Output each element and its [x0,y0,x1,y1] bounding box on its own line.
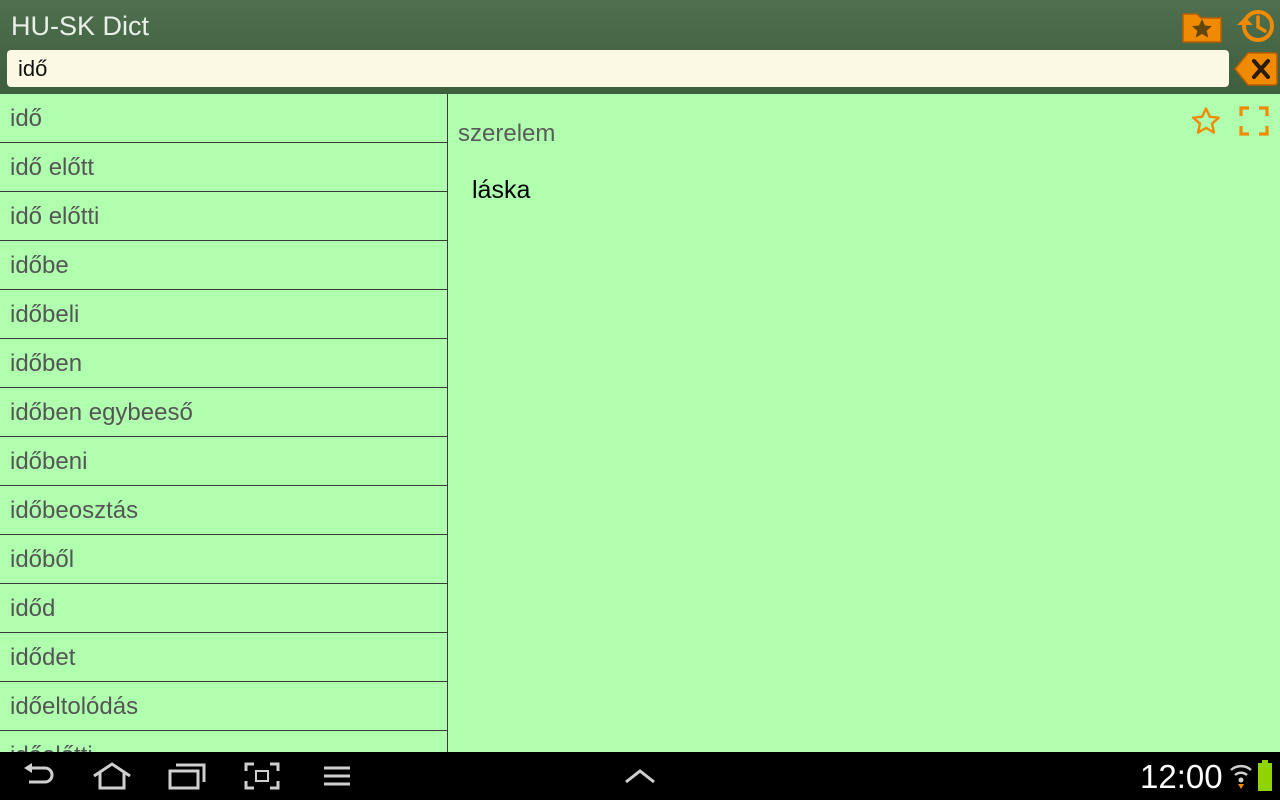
fullscreen-button[interactable] [1237,104,1271,138]
history-button[interactable] [1235,5,1277,47]
battery-icon [1258,760,1272,791]
fullscreen-icon [1239,106,1269,136]
entry-translation: láska [472,176,531,204]
status-clock: 12:00 [1140,758,1223,795]
screenshot-button[interactable] [236,758,288,794]
app-header: HU-SK Dict idő [0,0,1280,94]
list-item[interactable]: időbeli [0,290,447,339]
list-item[interactable]: időeltolódás [0,682,447,731]
up-chevron-icon [625,769,655,784]
app-title: HU-SK Dict [11,11,150,41]
recent-apps-icon [168,763,206,790]
list-item[interactable]: idő előtt [0,143,447,192]
list-item[interactable]: időből [0,535,447,584]
back-icon [24,763,54,784]
home-button[interactable] [86,758,138,794]
list-item[interactable]: idő előtti [0,192,447,241]
folder-star-icon [1182,13,1222,43]
list-item[interactable]: időben egybeeső [0,388,447,437]
list-item[interactable]: időbe [0,241,447,290]
menu-icon [324,766,350,786]
home-icon [93,762,131,790]
list-item[interactable]: idődet [0,633,447,682]
list-item[interactable]: időben [0,339,447,388]
list-item[interactable]: időd [0,584,447,633]
system-navigation-bar: 12:00 [0,752,1280,800]
list-item[interactable]: időbeosztás [0,486,447,535]
word-list: idő idő előtt idő előtti időbe időbeli i… [0,94,448,752]
up-button[interactable] [614,758,666,794]
history-icon [1237,10,1274,42]
backspace-clear-icon [1234,52,1278,86]
favorites-button[interactable] [1181,5,1223,47]
add-favorite-button[interactable] [1189,104,1223,138]
detail-pane: szerelem láska [448,94,1280,752]
back-button[interactable] [13,758,65,794]
list-item[interactable]: időbeni [0,437,447,486]
screenshot-icon [244,762,280,790]
star-outline-icon [1192,107,1220,134]
search-input-value: idő [18,56,48,81]
list-item[interactable]: idő [0,94,447,143]
wifi-icon [1230,765,1252,789]
clear-search-button[interactable] [1234,50,1278,88]
recent-apps-button[interactable] [161,758,213,794]
list-item[interactable]: időelőtti [0,731,447,752]
search-input[interactable]: idő [7,50,1229,87]
entry-headword: szerelem [458,120,556,147]
menu-button[interactable] [311,758,363,794]
